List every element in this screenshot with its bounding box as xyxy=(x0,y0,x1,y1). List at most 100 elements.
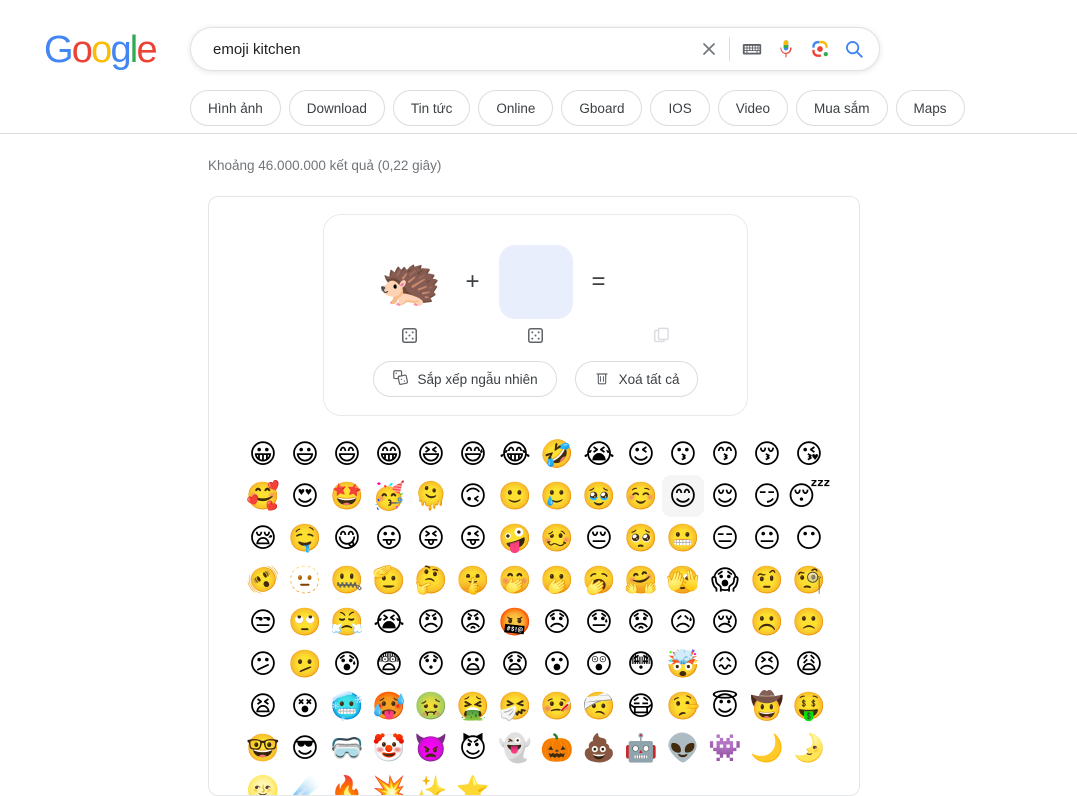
emoji-cell[interactable]: 🤨 xyxy=(746,559,788,601)
emoji-cell[interactable] xyxy=(620,769,662,795)
emoji-cell[interactable]: 😭 xyxy=(368,601,410,643)
emoji-cell[interactable]: 😞 xyxy=(536,601,578,643)
emoji-cell[interactable] xyxy=(578,769,620,795)
search-icon[interactable] xyxy=(837,32,871,66)
emoji-cell[interactable]: ☹️ xyxy=(746,601,788,643)
emoji-cell[interactable]: 🥹 xyxy=(578,475,620,517)
emoji-cell[interactable]: 🌝 xyxy=(242,769,284,796)
emoji-cell[interactable]: 😂 xyxy=(494,433,536,475)
dice-icon-left[interactable] xyxy=(373,326,447,345)
emoji-cell[interactable]: 👿 xyxy=(410,727,452,769)
emoji-cell[interactable]: 🤬 xyxy=(494,601,536,643)
chip-gboard[interactable]: Gboard xyxy=(561,90,643,126)
emoji-cell[interactable]: 🥶 xyxy=(326,685,368,727)
emoji-cell[interactable]: 🤖 xyxy=(620,727,662,769)
emoji-cell[interactable]: 🤥 xyxy=(662,685,704,727)
emoji-cell[interactable]: 🥵 xyxy=(368,685,410,727)
emoji-cell[interactable]: 🥰 xyxy=(242,475,284,517)
emoji-cell[interactable]: 🤣 xyxy=(536,433,578,475)
emoji-cell[interactable]: 😰 xyxy=(326,643,368,685)
emoji-cell[interactable]: 😇 xyxy=(704,685,746,727)
emoji-cell[interactable]: 🫢 xyxy=(536,559,578,601)
emoji-cell[interactable] xyxy=(494,769,536,795)
emoji-cell[interactable]: 😬 xyxy=(662,517,704,559)
emoji-cell[interactable]: 😆 xyxy=(410,433,452,475)
emoji-cell[interactable]: 🫤 xyxy=(284,643,326,685)
emoji-cell[interactable]: 😱 xyxy=(704,559,746,601)
emoji-cell[interactable]: 😶 xyxy=(788,517,830,559)
emoji-cell[interactable]: 😋 xyxy=(326,517,368,559)
emoji-cell[interactable]: 🤓 xyxy=(242,727,284,769)
emoji-cell[interactable]: 😝 xyxy=(410,517,452,559)
emoji-cell[interactable]: 😒 xyxy=(242,601,284,643)
emoji-cell[interactable]: 🥱 xyxy=(578,559,620,601)
emoji-cell[interactable]: 🧐 xyxy=(788,559,830,601)
emoji-cell[interactable]: 😣 xyxy=(746,643,788,685)
keyboard-icon[interactable] xyxy=(735,32,769,66)
emoji-cell[interactable]: 😚 xyxy=(746,433,788,475)
chip-online[interactable]: Online xyxy=(478,90,554,126)
emoji-cell[interactable]: 😏 xyxy=(746,475,788,517)
emoji-cell[interactable]: 😮 xyxy=(536,643,578,685)
emoji-cell[interactable]: 👽 xyxy=(662,727,704,769)
emoji-cell[interactable]: 😓 xyxy=(578,601,620,643)
microphone-icon[interactable] xyxy=(769,32,803,66)
emoji-slot-left[interactable]: 🦔 xyxy=(373,245,447,319)
emoji-cell[interactable]: 😄 xyxy=(326,433,368,475)
emoji-cell[interactable]: 😦 xyxy=(452,643,494,685)
emoji-cell[interactable]: 🤑 xyxy=(788,685,830,727)
emoji-cell[interactable]: 🤒 xyxy=(536,685,578,727)
emoji-cell[interactable]: 🙃 xyxy=(452,475,494,517)
emoji-cell[interactable]: 😑 xyxy=(704,517,746,559)
emoji-cell[interactable]: 😈 xyxy=(452,727,494,769)
emoji-cell[interactable]: 🫨 xyxy=(242,559,284,601)
emoji-cell[interactable]: 💩 xyxy=(578,727,620,769)
emoji-cell[interactable]: 😅 xyxy=(452,433,494,475)
emoji-cell[interactable]: 😠 xyxy=(410,601,452,643)
emoji-cell[interactable]: 😔 xyxy=(578,517,620,559)
emoji-cell[interactable]: 😟 xyxy=(620,601,662,643)
emoji-cell[interactable]: 😃 xyxy=(284,433,326,475)
emoji-cell[interactable] xyxy=(536,769,578,795)
emoji-cell[interactable]: 😉 xyxy=(620,433,662,475)
emoji-cell[interactable]: 🎃 xyxy=(536,727,578,769)
emoji-cell[interactable]: 🤧 xyxy=(494,685,536,727)
google-logo[interactable]: Google xyxy=(44,30,158,70)
emoji-cell[interactable]: 🫡 xyxy=(368,559,410,601)
emoji-cell[interactable]: 🌙 xyxy=(746,727,788,769)
emoji-cell[interactable]: 🫠 xyxy=(410,475,452,517)
emoji-cell[interactable]: 🤐 xyxy=(326,559,368,601)
emoji-cell[interactable]: 😎 xyxy=(284,727,326,769)
clear-all-button[interactable]: Xoá tất cả xyxy=(574,361,699,397)
search-input[interactable] xyxy=(211,36,692,62)
emoji-cell[interactable]: 🫣 xyxy=(662,559,704,601)
emoji-cell[interactable]: 😩 xyxy=(788,643,830,685)
emoji-cell[interactable]: 😘 xyxy=(788,433,830,475)
chip-mua-sam[interactable]: Mua sắm xyxy=(796,90,888,126)
shuffle-button[interactable]: Sắp xếp ngẫu nhiên xyxy=(372,361,557,397)
emoji-cell[interactable]: 😴 xyxy=(787,475,830,517)
emoji-cell[interactable]: 🥺 xyxy=(620,517,662,559)
emoji-cell[interactable]: 🙂 xyxy=(494,475,536,517)
emoji-cell[interactable]: 😕 xyxy=(242,643,284,685)
emoji-cell[interactable]: 🤯 xyxy=(662,643,704,685)
chip-tin-tuc[interactable]: Tin tức xyxy=(392,90,471,126)
emoji-cell[interactable]: 😨 xyxy=(368,643,410,685)
emoji-cell[interactable]: 😭 xyxy=(578,433,620,475)
chip-hinh-anh[interactable]: Hình ảnh xyxy=(190,90,281,126)
emoji-cell[interactable]: 😢 xyxy=(704,601,746,643)
emoji-cell[interactable]: 🔥 xyxy=(326,769,368,796)
emoji-cell[interactable]: 🤢 xyxy=(410,685,452,727)
chip-video[interactable]: Video xyxy=(717,90,789,126)
emoji-cell[interactable]: 😵 xyxy=(284,685,326,727)
emoji-cell[interactable]: 😀 xyxy=(242,433,284,475)
emoji-cell[interactable]: 🤫 xyxy=(452,559,494,601)
emoji-cell[interactable]: 😳 xyxy=(620,643,662,685)
emoji-cell[interactable]: 🤪 xyxy=(494,517,536,559)
chip-download[interactable]: Download xyxy=(288,90,385,126)
emoji-cell[interactable]: 🥽 xyxy=(326,727,368,769)
emoji-cell[interactable]: 😍 xyxy=(284,475,326,517)
emoji-cell[interactable]: 😜 xyxy=(452,517,494,559)
emoji-cell[interactable]: 🥲 xyxy=(536,475,578,517)
emoji-cell[interactable] xyxy=(788,769,830,795)
